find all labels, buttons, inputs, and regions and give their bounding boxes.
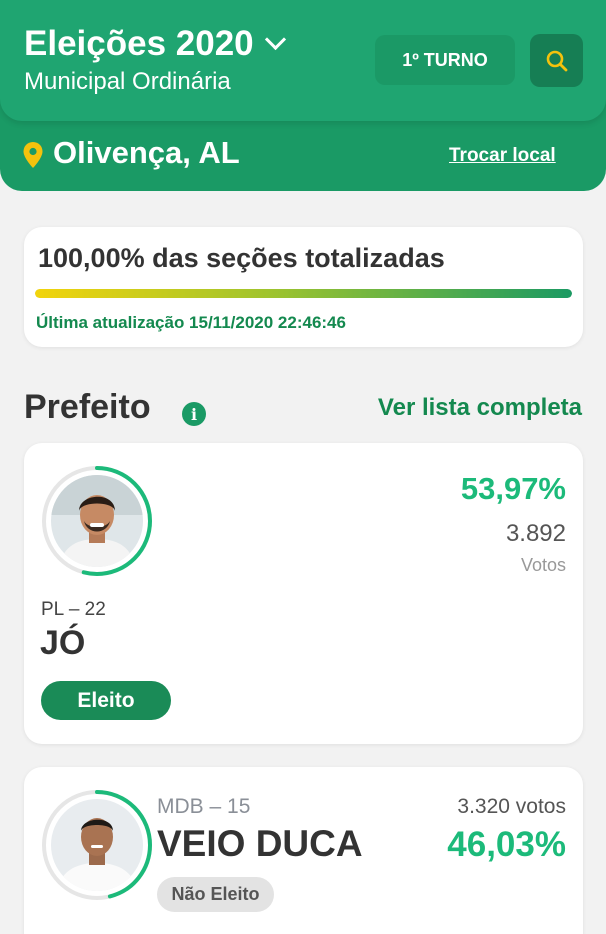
map-pin-icon [23, 142, 43, 168]
totalization-label: 100,00% das seções totalizadas [38, 243, 445, 273]
avatar [51, 799, 143, 891]
candidate-party: PL – 22 [41, 599, 106, 620]
election-title: Eleições 2020 [24, 24, 254, 63]
last-update-text: Última atualização 15/11/2020 22:46:46 [36, 313, 346, 332]
location-name: Olivença, AL [53, 135, 240, 170]
app-header: Eleições 2020 Municipal Ordinária 1º TUR… [0, 0, 606, 191]
turno-button[interactable]: 1º TURNO [375, 35, 515, 85]
section-title: Prefeito [24, 388, 151, 426]
candidate-party: MDB – 15 [157, 795, 251, 818]
progress-fill [35, 289, 572, 298]
candidate-card[interactable]: MDB – 15 VEIO DUCA Não Eleito 3.320 voto… [24, 767, 583, 934]
candidate-name: JÓ [40, 624, 86, 662]
candidate-avatar-wrap [41, 789, 153, 901]
election-subtitle: Municipal Ordinária [24, 68, 231, 95]
status-badge: Não Eleito [157, 877, 274, 912]
election-selector[interactable]: Eleições 2020 [24, 24, 286, 64]
search-button[interactable] [530, 34, 583, 87]
full-list-link[interactable]: Ver lista completa [378, 394, 582, 422]
search-icon [546, 50, 567, 71]
location-bar: Olivença, AL Trocar local [0, 121, 606, 191]
candidate-votes: 3.320 votos [457, 795, 566, 818]
header-top-bar: Eleições 2020 Municipal Ordinária 1º TUR… [0, 0, 606, 121]
chevron-down-icon [264, 28, 286, 50]
totalization-progress-bar [35, 289, 572, 298]
info-icon[interactable]: i [182, 402, 206, 426]
candidate-avatar-wrap [41, 465, 153, 577]
totalization-card: 100,00% das seções totalizadas Última at… [24, 227, 583, 347]
candidate-percent: 46,03% [447, 825, 566, 864]
status-badge: Eleito [41, 681, 171, 720]
candidate-name: VEIO DUCA [157, 823, 363, 864]
candidate-votes: 3.892 [505, 520, 566, 547]
avatar [51, 475, 143, 567]
change-location-link[interactable]: Trocar local [449, 145, 556, 167]
votes-label: Votos [520, 555, 566, 575]
candidate-percent: 53,97% [460, 471, 566, 506]
candidate-card[interactable]: PL – 22 JÓ Eleito 53,97% 3.892 Votos [24, 443, 583, 744]
